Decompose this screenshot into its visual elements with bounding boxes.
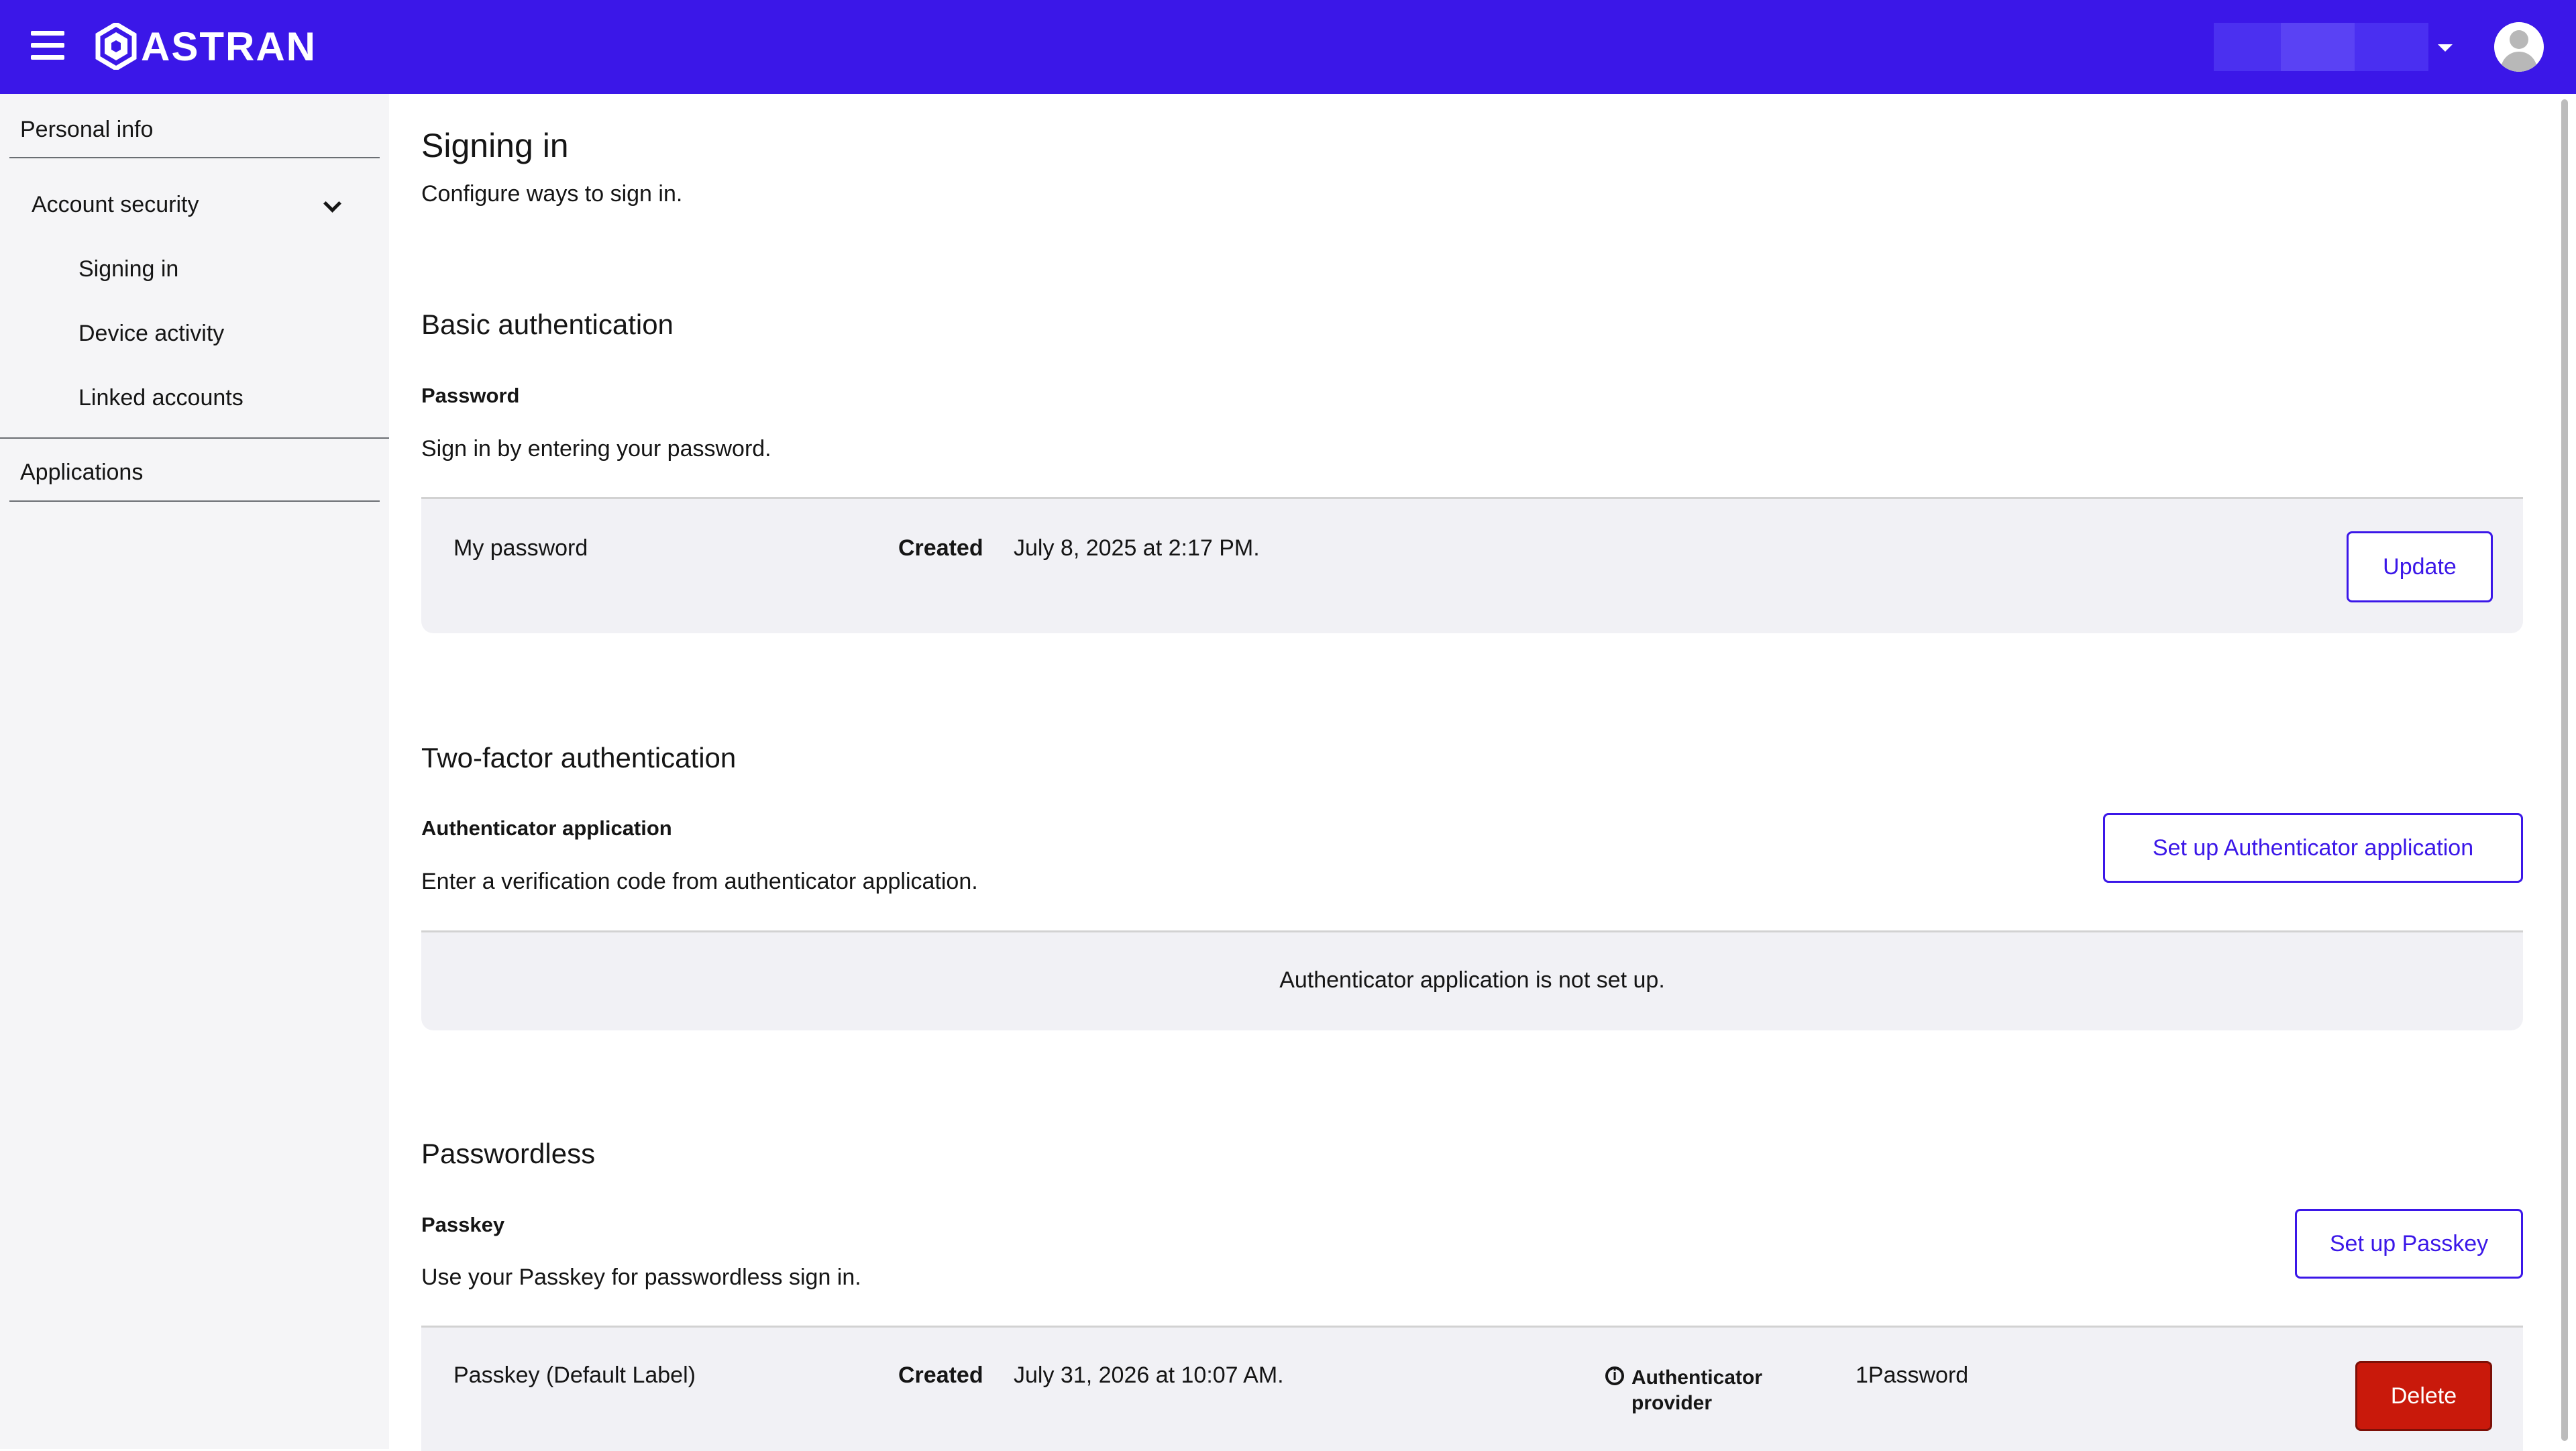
created-label: Created (898, 535, 983, 561)
authenticator-panel: Authenticator application is not set up. (421, 930, 2523, 1030)
password-name: My password (453, 535, 588, 561)
passkey-created-value: July 31, 2026 at 10:07 AM. (1014, 1362, 1284, 1388)
sidebar-item-applications[interactable]: Applications (20, 460, 143, 486)
sidebar-item-signing-in[interactable]: Signing in (78, 256, 178, 282)
logo-text: ASTRAN (141, 23, 317, 69)
hamburger-menu-icon[interactable] (31, 31, 64, 60)
password-label: Password (421, 384, 520, 407)
passkey-name: Passkey (Default Label) (453, 1362, 696, 1388)
page-title: Signing in (421, 127, 569, 164)
provider-label-line2: provider (1631, 1392, 1713, 1414)
redacted-username (2214, 23, 2428, 71)
setup-authenticator-button[interactable]: Set up Authenticator application (2103, 813, 2523, 883)
chevron-down-icon[interactable] (323, 195, 341, 213)
avatar[interactable] (2494, 22, 2544, 72)
astran-logo[interactable]: ASTRAN (95, 23, 317, 70)
user-account-dropdown[interactable] (2214, 23, 2453, 71)
authenticator-empty-text: Authenticator application is not set up. (1279, 967, 1665, 993)
password-description: Sign in by entering your password. (421, 436, 771, 462)
scrollbar-thumb[interactable] (2561, 99, 2568, 1441)
passkey-panel: Passkey (Default Label) Created July 31,… (421, 1326, 2523, 1451)
sidebar-item-linked-accounts[interactable]: Linked accounts (78, 385, 244, 411)
info-icon[interactable] (1605, 1366, 1624, 1385)
password-panel: My password Created July 8, 2025 at 2:17… (421, 497, 2523, 633)
sidebar-nav: Personal info Account security Signing i… (0, 94, 389, 1449)
scrollbar[interactable] (2553, 94, 2576, 1449)
page-subtitle: Configure ways to sign in. (421, 181, 683, 207)
astran-logo-icon (95, 23, 137, 70)
authenticator-app-description: Enter a verification code from authentic… (421, 869, 978, 894)
passkey-description: Use your Passkey for passwordless sign i… (421, 1265, 861, 1290)
top-header: ASTRAN (0, 0, 2576, 94)
sidebar-item-account-security[interactable]: Account security (32, 192, 199, 218)
provider-label-line1: Authenticator (1631, 1366, 1762, 1389)
divider (9, 157, 380, 158)
section-title-passwordless: Passwordless (421, 1138, 596, 1169)
authenticator-provider-label: Authenticator provider (1631, 1365, 1762, 1416)
update-password-button[interactable]: Update (2347, 531, 2493, 602)
created-value: July 8, 2025 at 2:17 PM. (1014, 535, 1260, 561)
authenticator-app-label: Authenticator application (421, 816, 672, 840)
sidebar-item-personal-info[interactable]: Personal info (20, 117, 153, 143)
section-title-basic-auth: Basic authentication (421, 309, 674, 340)
caret-down-icon (2438, 44, 2453, 52)
sidebar-item-device-activity[interactable]: Device activity (78, 321, 224, 347)
divider (0, 437, 389, 439)
passkey-label: Passkey (421, 1213, 505, 1236)
passkey-created-label: Created (898, 1362, 983, 1388)
authenticator-provider-value: 1Password (1856, 1362, 1969, 1388)
delete-passkey-button[interactable]: Delete (2355, 1361, 2492, 1431)
setup-passkey-button[interactable]: Set up Passkey (2295, 1209, 2523, 1279)
section-title-two-factor: Two-factor authentication (421, 742, 737, 773)
divider (9, 500, 380, 502)
